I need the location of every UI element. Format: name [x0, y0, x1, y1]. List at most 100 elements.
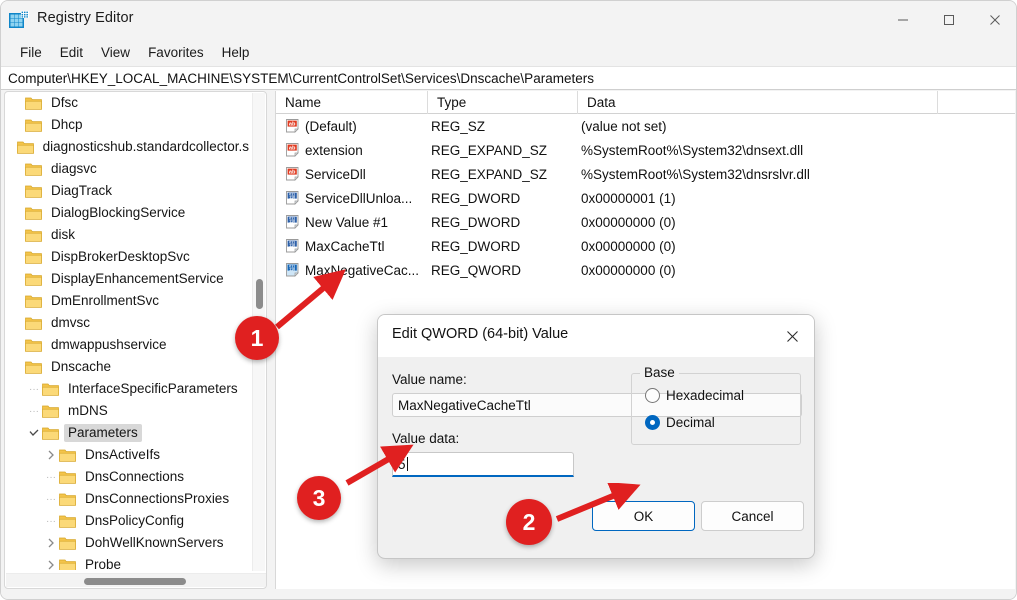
tree-node-label: DmEnrollmentSvc	[47, 292, 163, 310]
tree-horizontal-scroll-thumb[interactable]	[84, 578, 186, 585]
folder-icon	[59, 448, 76, 462]
annotation-arrow-1	[265, 269, 349, 335]
svg-text:ab: ab	[289, 170, 296, 176]
tree-node-label: dmvsc	[47, 314, 94, 332]
menu-item-favorites[interactable]: Favorites	[139, 42, 213, 63]
registry-value-row[interactable]: 011110ServiceDllUnloa...REG_DWORD0x00000…	[276, 186, 1015, 210]
minimize-button[interactable]	[880, 1, 926, 39]
tree-node-mdns[interactable]: ···mDNS	[5, 400, 253, 422]
column-header-type[interactable]: Type	[428, 91, 578, 114]
cancel-button[interactable]: Cancel	[701, 501, 804, 531]
tree-indent-spacer: ···	[26, 400, 42, 422]
svg-text:110: 110	[289, 195, 295, 199]
address-bar[interactable]: Computer\HKEY_LOCAL_MACHINE\SYSTEM\Curre…	[1, 66, 1017, 90]
decimal-radio[interactable]: Decimal	[645, 415, 715, 430]
cell-type: REG_EXPAND_SZ	[431, 143, 547, 158]
cell-name: 011110MaxCacheTtl	[285, 238, 385, 254]
folder-icon	[42, 382, 59, 396]
tree-node-dmvsc[interactable]: dmvsc	[5, 312, 253, 334]
folder-icon	[59, 536, 76, 550]
tree-node-label: DnsConnectionsProxies	[81, 490, 233, 508]
tree-node-diagtrack[interactable]: DiagTrack	[5, 180, 253, 202]
menu-bar: File Edit View Favorites Help	[1, 39, 1017, 66]
tree-node-probe[interactable]: Probe	[5, 554, 253, 570]
cell-name: abServiceDll	[285, 166, 366, 182]
folder-icon	[25, 206, 42, 220]
tree-node-label: DisplayEnhancementService	[47, 270, 228, 288]
tree-vertical-scroll-thumb[interactable]	[256, 279, 263, 309]
folder-icon	[25, 294, 42, 308]
close-button[interactable]	[972, 1, 1017, 39]
registry-value-row[interactable]: ab(Default)REG_SZ(value not set)	[276, 114, 1015, 138]
svg-text:110: 110	[289, 219, 295, 223]
tree-node-dhcp[interactable]: Dhcp	[5, 114, 253, 136]
dialog-close-button[interactable]	[770, 315, 814, 357]
registry-value-row[interactable]: 011110MaxNegativeCac...REG_QWORD0x000000…	[276, 258, 1015, 282]
column-header-name[interactable]: Name	[276, 91, 428, 114]
svg-text:ab: ab	[289, 122, 296, 128]
tree-node-diagnosticshub-standardcollector-s[interactable]: diagnosticshub.standardcollector.s	[5, 136, 253, 158]
annotation-badge-3: 3	[297, 476, 341, 520]
tree-node-interfacespecificparameters[interactable]: ···InterfaceSpecificParameters	[5, 378, 253, 400]
chevron-right-icon[interactable]	[43, 532, 59, 554]
value-data-input[interactable]: 5	[392, 452, 574, 477]
binary-value-icon: 011110	[285, 214, 301, 230]
tree-node-label: DnsActiveIfs	[81, 446, 164, 464]
value-name-text: extension	[305, 143, 363, 158]
cell-type: REG_DWORD	[431, 215, 520, 230]
title-bar: Registry Editor	[1, 1, 1017, 39]
tree-indent-spacer	[9, 268, 25, 290]
string-value-icon: ab	[285, 118, 301, 134]
menu-item-file[interactable]: File	[11, 42, 51, 63]
tree-horizontal-scrollbar[interactable]	[6, 573, 266, 587]
menu-item-help[interactable]: Help	[213, 42, 259, 63]
tree-node-dialogblockingservice[interactable]: DialogBlockingService	[5, 202, 253, 224]
value-name-text: New Value #1	[305, 215, 388, 230]
tree-node-label: Probe	[81, 556, 125, 570]
chevron-right-icon[interactable]	[43, 554, 59, 570]
tree-node-dispbrokerdesktopsvc[interactable]: DispBrokerDesktopSvc	[5, 246, 253, 268]
menu-item-edit[interactable]: Edit	[51, 42, 92, 63]
registry-value-row[interactable]: 011110MaxCacheTtlREG_DWORD0x00000000 (0)	[276, 234, 1015, 258]
registry-tree-pane: DfscDhcpdiagnosticshub.standardcollector…	[4, 91, 267, 589]
chevron-right-icon[interactable]	[43, 444, 59, 466]
tree-node-dnsconnections[interactable]: ···DnsConnections	[5, 466, 253, 488]
menu-item-view[interactable]: View	[92, 42, 139, 63]
tree-indent-spacer: ···	[43, 466, 59, 488]
tree-node-dnspolicyconfig[interactable]: ···DnsPolicyConfig	[5, 510, 253, 532]
folder-icon	[25, 228, 42, 242]
cell-name: 011110 New Value #1	[285, 214, 388, 230]
tree-indent-spacer	[9, 334, 25, 356]
tree-node-displayenhancementservice[interactable]: DisplayEnhancementService	[5, 268, 253, 290]
registry-value-row[interactable]: 011110New Value #1REG_DWORD0x00000000 (0…	[276, 210, 1015, 234]
folder-icon	[25, 250, 42, 264]
tree-node-dfsc[interactable]: Dfsc	[5, 92, 253, 114]
tree-node-dnsconnectionsproxies[interactable]: ···DnsConnectionsProxies	[5, 488, 253, 510]
folder-icon	[25, 316, 42, 330]
tree-node-dmwappushservice[interactable]: dmwappushservice	[5, 334, 253, 356]
maximize-button[interactable]	[926, 1, 972, 39]
dialog-title: Edit QWORD (64-bit) Value	[392, 326, 568, 342]
folder-icon	[25, 184, 42, 198]
tree-node-disk[interactable]: disk	[5, 224, 253, 246]
tree-node-parameters[interactable]: Parameters	[5, 422, 253, 444]
folder-icon	[42, 426, 59, 440]
column-header-data[interactable]: Data	[578, 91, 938, 114]
cell-data: 0x00000000 (0)	[581, 263, 676, 278]
tree-node-diagsvc[interactable]: diagsvc	[5, 158, 253, 180]
string-value-icon: ab	[285, 142, 301, 158]
registry-value-row[interactable]: abextensionREG_EXPAND_SZ%SystemRoot%\Sys…	[276, 138, 1015, 162]
cell-type: REG_DWORD	[431, 239, 520, 254]
tree-indent-spacer	[9, 92, 25, 114]
window-controls	[880, 1, 1017, 39]
tree-indent-spacer	[9, 202, 25, 224]
tree-node-label: DnsPolicyConfig	[81, 512, 188, 530]
chevron-down-icon[interactable]	[26, 422, 42, 444]
tree-node-dnsactiveifs[interactable]: DnsActiveIfs	[5, 444, 253, 466]
tree-node-dmenrollmentsvc[interactable]: DmEnrollmentSvc	[5, 290, 253, 312]
hexadecimal-radio[interactable]: Hexadecimal	[645, 388, 744, 403]
registry-value-row[interactable]: abServiceDllREG_EXPAND_SZ%SystemRoot%\Sy…	[276, 162, 1015, 186]
tree-node-dnscache[interactable]: Dnscache	[5, 356, 253, 378]
registry-editor-icon	[9, 11, 29, 30]
tree-node-dohwellknownservers[interactable]: DohWellKnownServers	[5, 532, 253, 554]
